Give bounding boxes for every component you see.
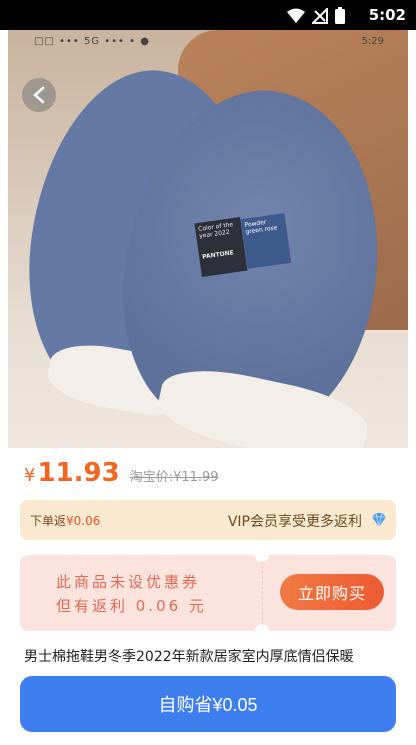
wifi-icon <box>287 8 305 23</box>
coupon-notch-bottom <box>255 624 269 638</box>
status-bar: 5:02 <box>0 0 416 30</box>
status-icons <box>286 7 346 25</box>
product-image[interactable]: □□ ••• 5G ••• • ● 5:29 Color of the year… <box>8 30 408 448</box>
back-button[interactable] <box>22 78 56 112</box>
tag-text: Color of the year 2022 <box>197 221 234 240</box>
rebate-info: 下单返¥0.06 <box>30 512 100 529</box>
rebate-amount: ¥0.06 <box>66 514 101 528</box>
inner-status-time: 5:29 <box>361 36 384 47</box>
vip-diamond-icon <box>372 512 386 528</box>
inner-status-bar: □□ ••• 5G ••• • ● 5:29 <box>8 30 408 54</box>
product-tag-blue: Powder green rose <box>240 213 292 269</box>
price-row: ¥ 11.93 淘宝价:¥11.99 <box>24 458 219 492</box>
product-title: 男士棉拖鞋男冬季2022年新款居家室内厚底情侣保暖 <box>24 649 354 665</box>
price-currency: ¥ <box>24 465 36 486</box>
status-time: 5:02 <box>368 6 406 24</box>
vip-promo-text: VIP会员享受更多返利 <box>227 514 362 530</box>
coupon-notch-top <box>255 548 269 562</box>
buy-now-button[interactable]: 立即购买 <box>280 574 384 610</box>
coupon-line-2: 但有返利 0.06 元 <box>56 597 207 615</box>
product-tag-dark: Color of the year 2022 PANTONE <box>194 217 248 277</box>
tag-text-2: Powder green rose <box>244 218 278 236</box>
inner-status-left: □□ ••• 5G ••• • ● <box>34 36 150 47</box>
coupon-divider <box>262 561 263 625</box>
coupon-line-1: 此商品未设优惠券 <box>56 573 201 591</box>
price-value: 11.93 <box>37 458 120 488</box>
chevron-left-icon <box>33 86 45 104</box>
coupon-card: 此商品未设优惠券 但有返利 0.06 元 立即购买 <box>20 548 396 638</box>
tag-brand: PANTONE <box>201 249 235 261</box>
rebate-bar[interactable]: 下单返¥0.06 VIP会员享受更多返利 <box>20 500 396 540</box>
self-buy-button[interactable]: 自购省¥0.05 <box>20 676 396 732</box>
taobao-price: 淘宝价:¥11.99 <box>129 470 219 485</box>
battery-icon <box>335 7 345 24</box>
rebate-label: 下单返 <box>30 514 67 528</box>
signal-icon <box>312 8 328 24</box>
